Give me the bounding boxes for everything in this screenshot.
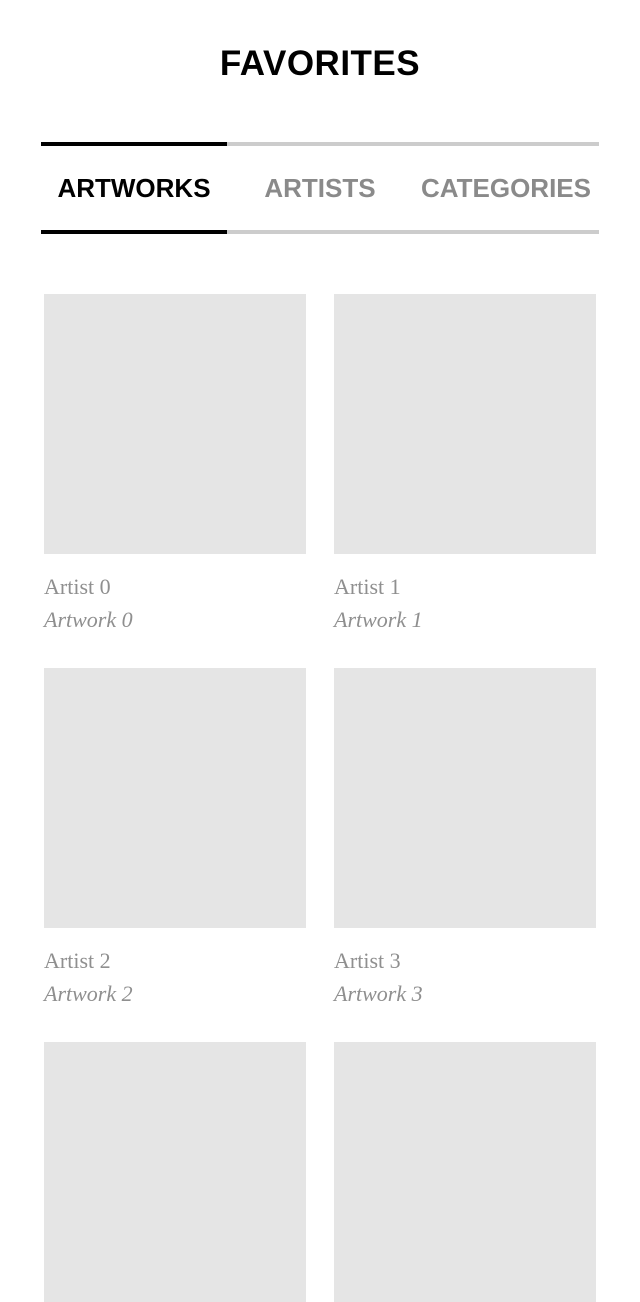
tab-categories[interactable]: CATEGORIES [413, 142, 599, 234]
tab-artists[interactable]: ARTISTS [227, 142, 413, 234]
page-title: FAVORITES [219, 44, 421, 83]
artwork-title: Artwork 3 [334, 981, 423, 1006]
artwork-image-placeholder[interactable] [334, 294, 596, 554]
artwork-card[interactable]: Artist 1 Artwork 1 [334, 294, 596, 635]
artwork-image-placeholder[interactable] [44, 1042, 306, 1302]
artist-name: Artist 1 [334, 574, 401, 599]
tab-bar: ARTWORKS ARTISTS CATEGORIES [41, 142, 599, 234]
artwork-title: Artwork 1 [334, 607, 423, 632]
artwork-image-placeholder[interactable] [44, 668, 306, 928]
artwork-image-placeholder[interactable] [334, 1042, 596, 1302]
artwork-image-placeholder[interactable] [334, 668, 596, 928]
tab-artworks[interactable]: ARTWORKS [41, 142, 227, 234]
artwork-card[interactable] [44, 1042, 306, 1302]
artist-name: Artist 2 [44, 948, 111, 973]
artwork-image-placeholder[interactable] [44, 294, 306, 554]
artwork-card[interactable] [334, 1042, 596, 1302]
artwork-card[interactable]: Artist 3 Artwork 3 [334, 668, 596, 1009]
artist-name: Artist 0 [44, 574, 111, 599]
artwork-card[interactable]: Artist 2 Artwork 2 [44, 668, 306, 1009]
artwork-title: Artwork 0 [44, 607, 133, 632]
artist-name: Artist 3 [334, 948, 401, 973]
artwork-card[interactable]: Artist 0 Artwork 0 [44, 294, 306, 635]
artwork-title: Artwork 2 [44, 981, 133, 1006]
